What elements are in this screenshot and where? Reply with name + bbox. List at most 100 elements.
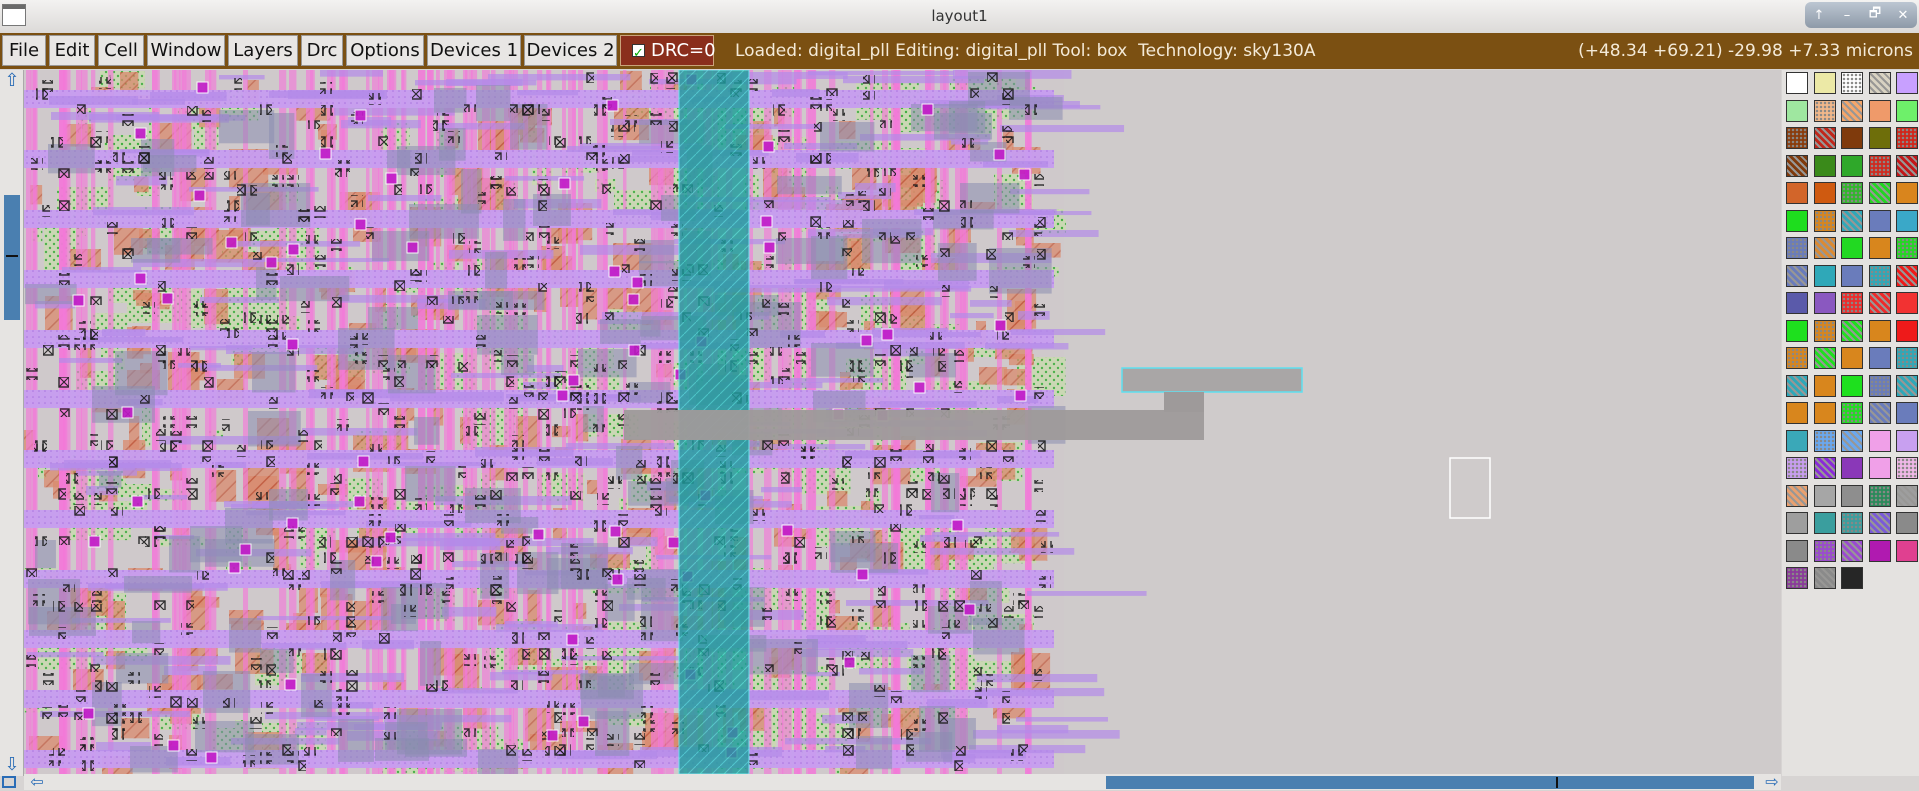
layer-swatch-40[interactable] <box>1896 264 1918 287</box>
scroll-right-icon[interactable]: ⇨ <box>1763 772 1781 791</box>
layer-swatch-2[interactable] <box>1813 72 1836 94</box>
layout-drawing[interactable] <box>24 69 1781 782</box>
layer-swatch-57[interactable] <box>1813 374 1836 397</box>
layer-swatch-14[interactable] <box>1868 127 1891 149</box>
horizontal-scrollbar[interactable]: ⇦ ⇨ <box>24 772 1781 791</box>
layer-swatch-27[interactable] <box>1813 209 1836 232</box>
layer-swatch-34[interactable] <box>1868 237 1891 259</box>
layer-swatch-63[interactable] <box>1841 402 1863 424</box>
layer-swatch-84[interactable] <box>1868 512 1891 534</box>
layer-swatch-66[interactable] <box>1786 429 1808 452</box>
layer-swatch-19[interactable] <box>1868 154 1891 177</box>
layer-swatch-85[interactable] <box>1896 512 1918 534</box>
layer-swatch-58[interactable] <box>1841 374 1863 397</box>
scroll-down-icon[interactable]: ⇩ <box>3 756 21 774</box>
layer-swatch-35[interactable] <box>1896 237 1918 259</box>
layer-swatch-59[interactable] <box>1868 374 1891 397</box>
drc-toggle[interactable]: DRC=0 <box>620 35 716 68</box>
layer-swatch-54[interactable] <box>1868 347 1891 369</box>
layer-swatch-10[interactable] <box>1896 99 1918 122</box>
layer-swatch-29[interactable] <box>1868 209 1891 232</box>
layer-swatch-41[interactable] <box>1786 292 1808 314</box>
layer-swatch-68[interactable] <box>1841 429 1863 452</box>
layer-swatch-24[interactable] <box>1868 182 1891 204</box>
maximize-button[interactable]: 🗗 <box>1863 4 1887 26</box>
layer-swatch-60[interactable] <box>1896 374 1918 397</box>
layout-canvas[interactable] <box>24 69 1781 782</box>
layer-swatch-55[interactable] <box>1896 347 1918 369</box>
layer-swatch-11[interactable] <box>1786 127 1808 149</box>
menu-window[interactable]: Window <box>147 35 225 66</box>
layer-swatch-49[interactable] <box>1868 319 1891 342</box>
layer-swatch-51[interactable] <box>1786 347 1808 369</box>
layer-swatch-78[interactable] <box>1841 484 1863 507</box>
layer-swatch-81[interactable] <box>1786 512 1808 534</box>
layer-swatch-75[interactable] <box>1896 457 1918 479</box>
vertical-scroll-thumb[interactable] <box>4 195 20 320</box>
layer-swatch-26[interactable] <box>1786 209 1808 232</box>
layer-swatch-92[interactable] <box>1813 567 1836 589</box>
layer-swatch-13[interactable] <box>1841 127 1863 149</box>
scroll-left-icon[interactable]: ⇦ <box>28 772 46 791</box>
layer-swatch-69[interactable] <box>1868 429 1891 452</box>
layer-swatch-86[interactable] <box>1786 539 1808 562</box>
layer-swatch-18[interactable] <box>1841 154 1863 177</box>
layer-swatch-72[interactable] <box>1813 457 1836 479</box>
layer-swatch-30[interactable] <box>1896 209 1918 232</box>
layer-swatch-7[interactable] <box>1813 99 1836 122</box>
raise-window-button[interactable]: ↑ <box>1807 8 1831 23</box>
layer-swatch-25[interactable] <box>1896 182 1918 204</box>
layer-swatch-12[interactable] <box>1813 127 1836 149</box>
layer-swatch-36[interactable] <box>1786 264 1808 287</box>
layer-swatch-33[interactable] <box>1841 237 1863 259</box>
layer-swatch-70[interactable] <box>1896 429 1918 452</box>
layer-swatch-39[interactable] <box>1868 264 1891 287</box>
menu-devices-1[interactable]: Devices 1 <box>427 35 521 66</box>
layer-swatch-90[interactable] <box>1896 539 1918 562</box>
menu-file[interactable]: File <box>2 35 46 66</box>
layer-swatch-50[interactable] <box>1896 319 1918 342</box>
layer-swatch-88[interactable] <box>1841 539 1863 562</box>
close-button[interactable]: ✕ <box>1891 8 1915 23</box>
drc-checkbox[interactable] <box>632 39 645 68</box>
layer-swatch-3[interactable] <box>1841 72 1863 94</box>
layer-swatch-74[interactable] <box>1868 457 1891 479</box>
layer-swatch-21[interactable] <box>1786 182 1808 204</box>
layer-swatch-73[interactable] <box>1841 457 1863 479</box>
menu-options[interactable]: Options <box>346 35 424 66</box>
vertical-scrollbar[interactable]: ⇧ ⇩ <box>0 70 24 776</box>
layer-swatch-32[interactable] <box>1813 237 1836 259</box>
layer-swatch-16[interactable] <box>1786 154 1808 177</box>
layer-swatch-43[interactable] <box>1841 292 1863 314</box>
layer-swatch-48[interactable] <box>1841 319 1863 342</box>
layer-swatch-6[interactable] <box>1786 99 1808 122</box>
layer-swatch-77[interactable] <box>1813 484 1836 507</box>
layer-swatch-15[interactable] <box>1896 127 1918 149</box>
layer-swatch-22[interactable] <box>1813 182 1836 204</box>
layer-swatch-17[interactable] <box>1813 154 1836 177</box>
layer-swatch-53[interactable] <box>1841 347 1863 369</box>
layer-swatch-45[interactable] <box>1896 292 1918 314</box>
menu-cell[interactable]: Cell <box>98 35 144 66</box>
layer-swatch-67[interactable] <box>1813 429 1836 452</box>
layer-swatch-1[interactable] <box>1786 72 1808 94</box>
layer-swatch-31[interactable] <box>1786 237 1808 259</box>
layer-swatch-76[interactable] <box>1786 484 1808 507</box>
corner-box-icon[interactable] <box>2 776 16 788</box>
layer-swatch-65[interactable] <box>1896 402 1918 424</box>
layer-swatch-79[interactable] <box>1868 484 1891 507</box>
layer-swatch-38[interactable] <box>1841 264 1863 287</box>
layer-swatch-28[interactable] <box>1841 209 1863 232</box>
layer-swatch-83[interactable] <box>1841 512 1863 534</box>
layer-swatch-56[interactable] <box>1786 374 1808 397</box>
layer-swatch-42[interactable] <box>1813 292 1836 314</box>
layer-swatch-9[interactable] <box>1868 99 1891 122</box>
minimize-button[interactable]: – <box>1835 8 1859 23</box>
layer-swatch-87[interactable] <box>1813 539 1836 562</box>
layer-swatch-44[interactable] <box>1868 292 1891 314</box>
layer-swatch-89[interactable] <box>1868 539 1891 562</box>
menu-layers[interactable]: Layers <box>228 35 298 66</box>
layer-swatch-80[interactable] <box>1896 484 1918 507</box>
layer-swatch-61[interactable] <box>1786 402 1808 424</box>
layer-swatch-52[interactable] <box>1813 347 1836 369</box>
